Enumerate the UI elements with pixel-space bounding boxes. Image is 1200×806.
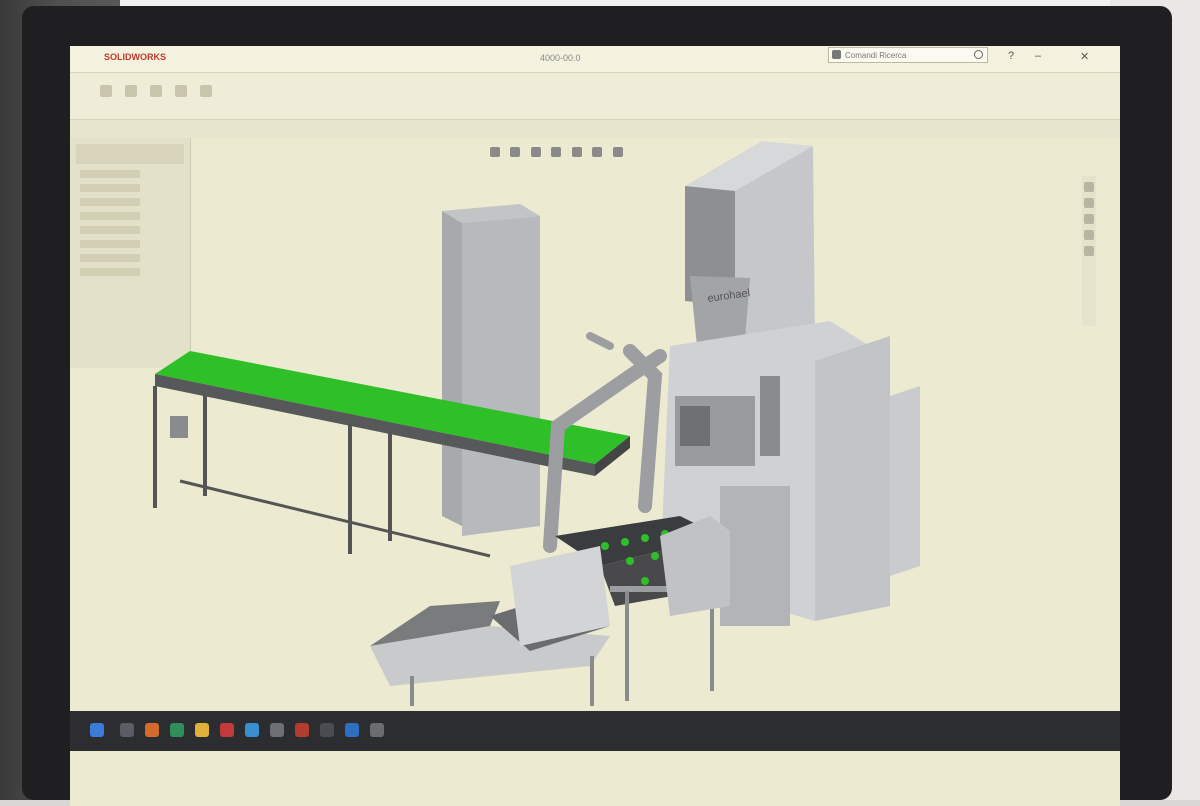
taskbar-app-icon[interactable]: [220, 723, 234, 737]
taskbar-app-icon[interactable]: [145, 723, 159, 737]
monitor-bezel: SOLIDWORKS 4000-00.0 Comandi Ricerca ? –…: [22, 6, 1172, 806]
start-icon[interactable]: [90, 723, 104, 737]
taskbar-app-icon[interactable]: [120, 723, 134, 737]
taskbar-app-icon[interactable]: [195, 723, 209, 737]
windows-taskbar: [70, 711, 1120, 751]
taskbar-app-icon[interactable]: [320, 723, 334, 737]
taskbar-app-icon[interactable]: [170, 723, 184, 737]
cad-application-screen: SOLIDWORKS 4000-00.0 Comandi Ricerca ? –…: [70, 46, 1120, 806]
taskbar-app-icon[interactable]: [345, 723, 359, 737]
taskbar-app-icon[interactable]: [270, 723, 284, 737]
taskbar-app-icon[interactable]: [245, 723, 259, 737]
taskbar-app-icon[interactable]: [370, 723, 384, 737]
graphics-viewport[interactable]: eurohael: [70, 46, 1120, 711]
electrical-cabinet[interactable]: [442, 204, 540, 536]
taskbar-app-icon[interactable]: [295, 723, 309, 737]
